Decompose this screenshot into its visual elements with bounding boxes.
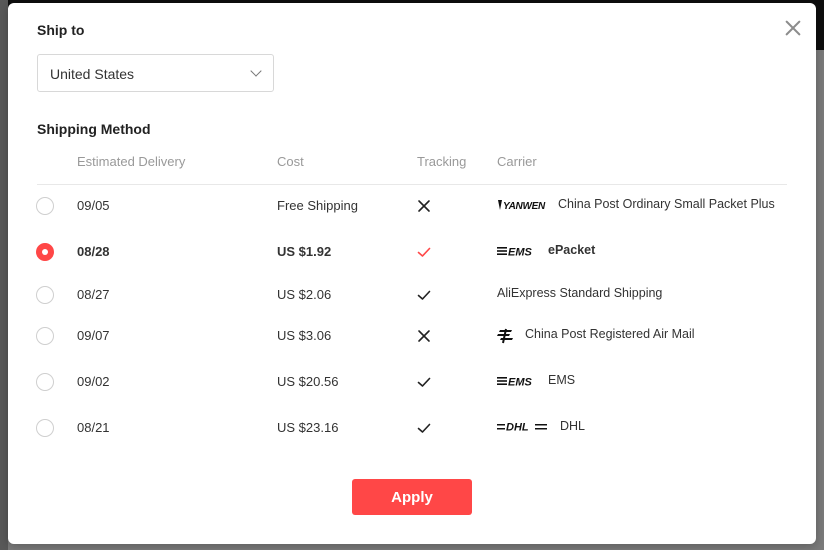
estimated-delivery-date: 09/05 [77, 198, 110, 213]
shipping-option-radio[interactable] [36, 243, 54, 261]
chevron-down-icon [250, 65, 262, 77]
carrier-name: ePacket [548, 243, 596, 257]
country-value: United States [50, 66, 135, 82]
carrier-name: China Post Registered Air Mail [525, 327, 695, 341]
check-icon [416, 287, 432, 303]
cross-icon [416, 328, 432, 344]
shipping-cost: Free Shipping [277, 198, 358, 213]
shipping-option-row[interactable]: 08/27 US $2.06 AliExpress Standard Shippin… [8, 276, 816, 316]
shipping-cost: US $1.92 [277, 244, 332, 259]
estimated-delivery-date: 08/27 [77, 287, 110, 302]
dhl-logo: DHL [497, 420, 549, 439]
carrier-name: DHL [560, 419, 586, 433]
carrier-name: China Post Ordinary Small Packet Plus [558, 197, 775, 211]
header-cost: Cost [277, 154, 304, 169]
carrier-name: AliExpress Standard Shipping [497, 286, 663, 300]
ship-to-title: Ship to [37, 22, 85, 38]
china-post-logo [497, 328, 515, 349]
check-icon [416, 244, 432, 260]
shipping-cost: US $3.06 [277, 328, 332, 343]
shipping-option-radio[interactable] [36, 197, 54, 215]
svg-text:EMS: EMS [508, 377, 533, 389]
shipping-option-radio[interactable] [36, 286, 54, 304]
shipping-method-title: Shipping Method [37, 121, 151, 137]
header-carrier: Carrier [497, 154, 537, 169]
shipping-option-radio[interactable] [36, 327, 54, 345]
header-estimated-delivery: Estimated Delivery [77, 154, 186, 169]
shipping-cost: US $20.56 [277, 374, 339, 389]
check-icon [416, 420, 432, 436]
estimated-delivery-date: 09/07 [77, 328, 110, 343]
shipping-option-radio[interactable] [36, 373, 54, 391]
cross-icon [416, 198, 432, 214]
header-divider [37, 184, 787, 185]
shipping-option-row[interactable]: 09/02 US $20.56 EMS EMS [8, 363, 816, 403]
shipping-option-row[interactable]: 09/07 US $3.06 China Post Registered Air M… [8, 317, 816, 357]
check-icon [416, 374, 432, 390]
country-select[interactable]: United States [37, 54, 274, 92]
close-icon[interactable] [784, 19, 802, 37]
shipping-modal: Ship to United States Shipping Method Es… [8, 3, 816, 544]
yanwen-logo: YANWEN [497, 198, 547, 217]
carrier-name: EMS [548, 373, 576, 387]
shipping-option-row[interactable]: 08/28 US $1.92 EMS ePacket [8, 233, 816, 273]
header-tracking: Tracking [417, 154, 467, 169]
shipping-cost: US $2.06 [277, 287, 332, 302]
estimated-delivery-date: 08/21 [77, 420, 110, 435]
estimated-delivery-date: 09/02 [77, 374, 110, 389]
svg-text:YANWEN: YANWEN [503, 201, 546, 212]
apply-button[interactable]: Apply [352, 479, 472, 515]
ems-logo: EMS [497, 244, 537, 263]
shipping-option-row[interactable]: 08/21 US $23.16 DHL DHL [8, 409, 816, 449]
svg-text:DHL: DHL [506, 422, 529, 434]
shipping-cost: US $23.16 [277, 420, 339, 435]
shipping-option-radio[interactable] [36, 419, 54, 437]
estimated-delivery-date: 08/28 [77, 244, 110, 259]
backdrop-edge [0, 0, 8, 550]
ems-logo: EMS [497, 374, 537, 393]
shipping-option-row[interactable]: 09/05 Free Shipping YANWEN China Post Ordin… [8, 187, 816, 227]
svg-text:EMS: EMS [508, 247, 533, 259]
